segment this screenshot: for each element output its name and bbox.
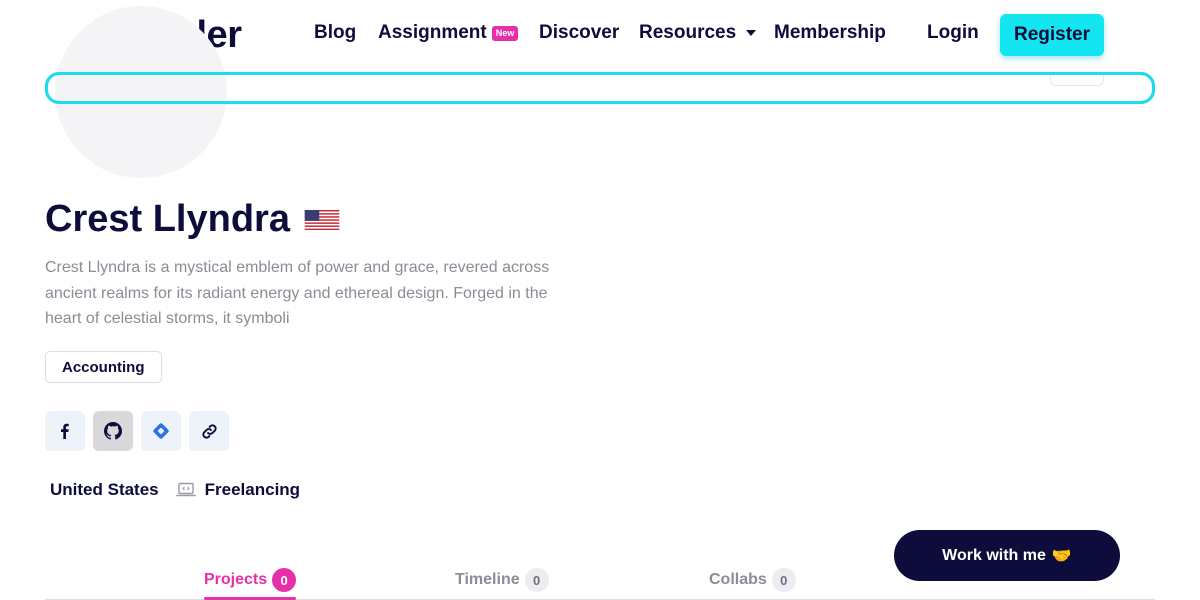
- new-badge: New: [491, 25, 519, 41]
- social-links: [45, 411, 229, 451]
- github-link[interactable]: [93, 411, 133, 451]
- tab-projects-label: Projects: [204, 571, 268, 588]
- login-link[interactable]: Login: [927, 22, 979, 44]
- tab-collabs[interactable]: Collabs 0: [709, 568, 796, 592]
- tab-collabs-label: Collabs: [709, 571, 767, 588]
- skill-tag[interactable]: Accounting: [45, 351, 162, 383]
- profile-name-text: Crest Llyndra: [45, 198, 290, 240]
- chevron-down-icon: [746, 30, 757, 36]
- github-icon: [104, 422, 122, 440]
- work-with-me-button[interactable]: Work with me 🤝: [894, 530, 1120, 581]
- facebook-icon: [61, 423, 69, 439]
- cover-bar-outline: [45, 72, 1155, 104]
- tab-projects[interactable]: Projects 0: [204, 568, 297, 592]
- facebook-link[interactable]: [45, 411, 85, 451]
- profile-meta: United States Freelancing: [50, 480, 300, 500]
- work-type-text: Freelancing: [204, 480, 301, 499]
- nav-assignment[interactable]: Assignment New: [378, 22, 519, 44]
- laptop-icon: [175, 482, 196, 497]
- link-icon: [201, 423, 217, 439]
- nav-membership[interactable]: Membership: [774, 22, 886, 44]
- tab-projects-count: 0: [272, 568, 297, 592]
- jira-icon: [153, 423, 169, 439]
- nav-resources-label: Resources: [639, 22, 737, 43]
- nav-discover[interactable]: Discover: [539, 22, 619, 44]
- jira-link[interactable]: [141, 411, 181, 451]
- website-link[interactable]: [189, 411, 229, 451]
- work-with-me-label: Work with me: [942, 546, 1046, 564]
- nav-discover-label: Discover: [539, 22, 620, 43]
- nav-blog-label: Blog: [314, 22, 357, 43]
- nav-blog[interactable]: Blog: [314, 22, 356, 44]
- nav-resources[interactable]: Resources: [639, 22, 757, 44]
- tab-timeline[interactable]: Timeline 0: [455, 568, 549, 592]
- us-flag-icon: [304, 209, 340, 230]
- location-text: United States: [50, 480, 159, 499]
- register-button[interactable]: Register: [1000, 14, 1104, 56]
- nav-assignment-label: Assignment: [378, 22, 487, 43]
- tab-timeline-label: Timeline: [455, 571, 520, 588]
- profile-bio: Crest Llyndra is a mystical emblem of po…: [45, 259, 550, 327]
- profile-name: Crest Llyndra: [45, 198, 340, 241]
- tab-collabs-count: 0: [771, 568, 796, 592]
- handshake-icon: 🤝: [1051, 546, 1072, 565]
- nav-membership-label: Membership: [774, 22, 886, 43]
- tab-timeline-count: 0: [524, 568, 549, 592]
